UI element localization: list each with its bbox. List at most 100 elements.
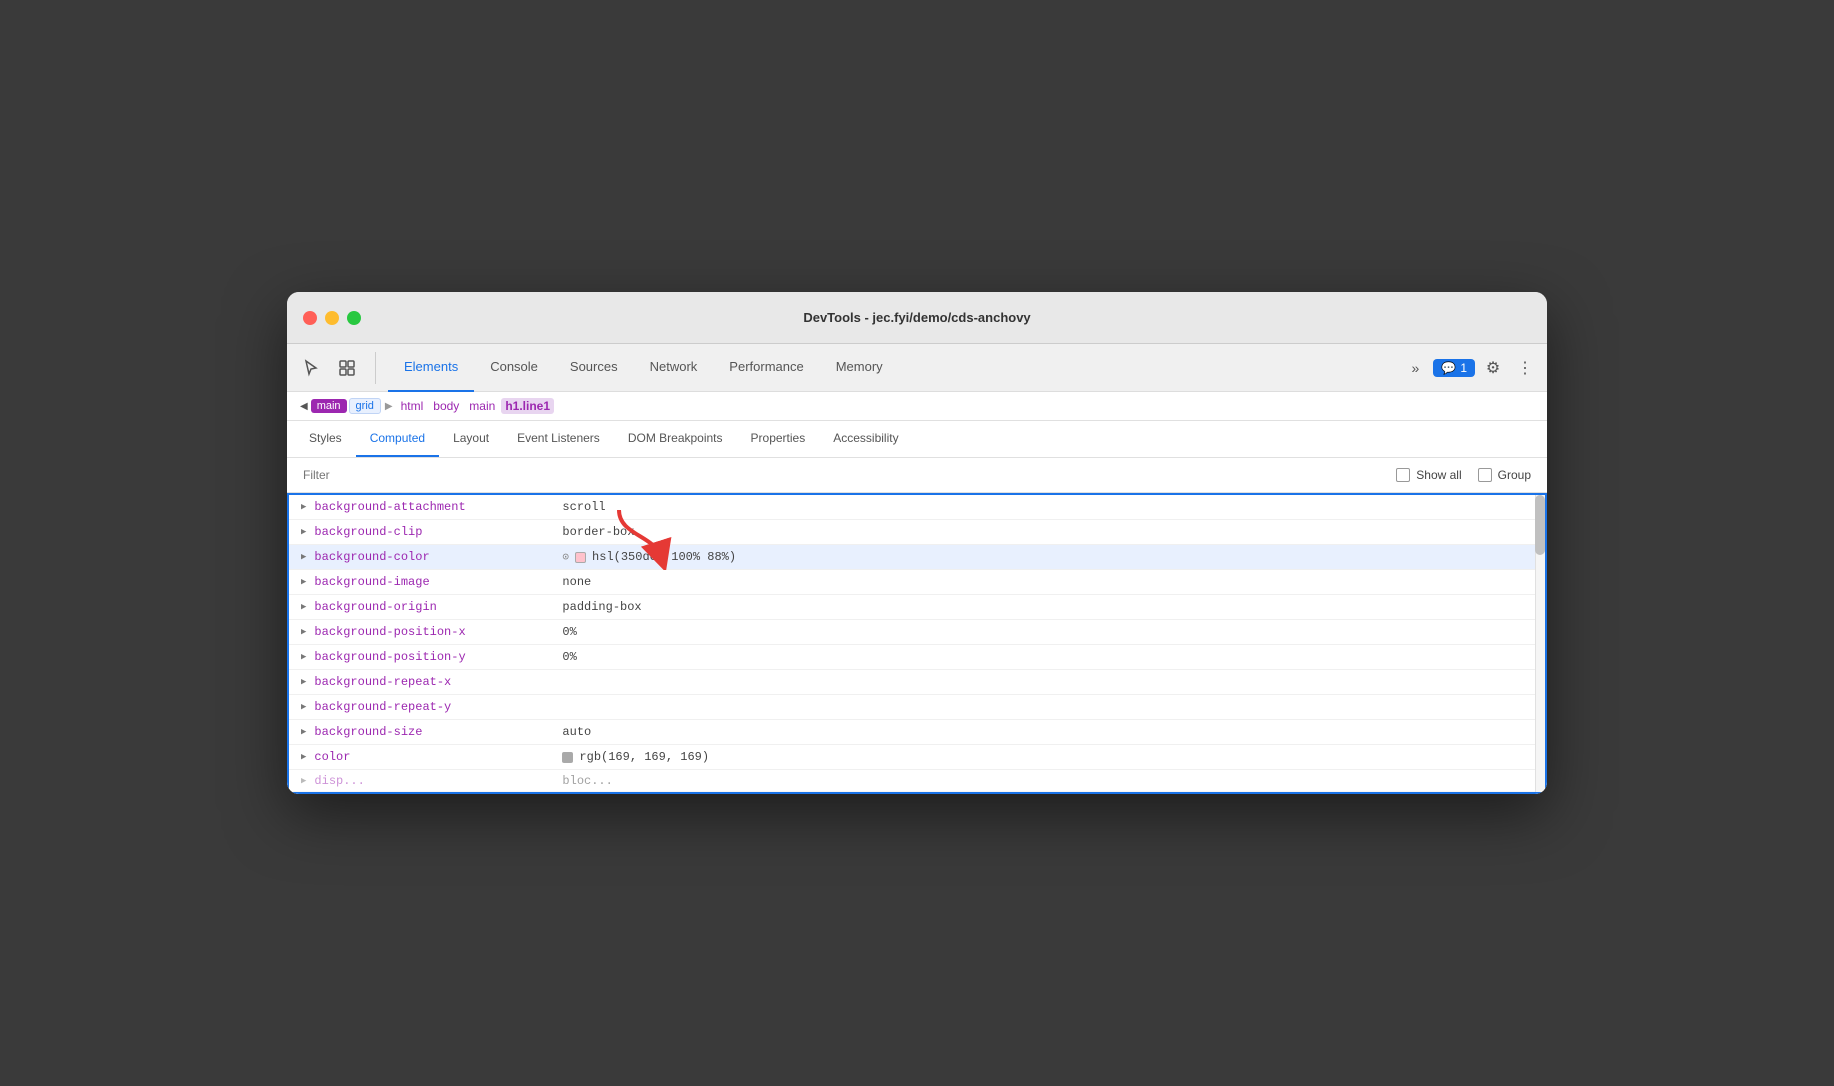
chat-count: 1: [1460, 361, 1467, 375]
expand-icon[interactable]: ▶: [301, 702, 306, 712]
show-all-checkbox-box[interactable]: [1396, 468, 1410, 482]
prop-name: color: [314, 750, 554, 764]
scrollbar-thumb[interactable]: [1535, 495, 1545, 555]
cursor-icon[interactable]: [295, 352, 327, 384]
computed-properties-panel: ▶ background-attachment scroll ▶ backgro…: [287, 493, 1547, 794]
inspect-icon[interactable]: [331, 352, 363, 384]
group-label: Group: [1498, 468, 1531, 482]
chat-icon: 💬: [1441, 361, 1456, 375]
prop-row-background-attachment: ▶ background-attachment scroll: [289, 495, 1545, 520]
prop-value: auto: [562, 725, 591, 739]
minimize-button[interactable]: [325, 311, 339, 325]
chat-badge[interactable]: 💬 1: [1433, 359, 1475, 377]
color-swatch[interactable]: [575, 552, 586, 563]
filter-input[interactable]: [303, 468, 503, 482]
expand-icon[interactable]: ▶: [301, 602, 306, 612]
prop-value: padding-box: [562, 600, 641, 614]
prop-row-background-color: ▶ background-color ⊙ hsl(350deg 100% 88%…: [289, 545, 1545, 570]
tab-performance[interactable]: Performance: [713, 344, 819, 392]
expand-icon[interactable]: ▶: [301, 502, 306, 512]
prop-row-background-image: ▶ background-image none: [289, 570, 1545, 595]
expand-icon[interactable]: ▶: [301, 677, 306, 687]
prop-row-display: ▶ disp... bloc...: [289, 770, 1545, 792]
prop-value: bloc...: [562, 774, 612, 788]
style-tab-dom-breakpoints[interactable]: DOM Breakpoints: [614, 421, 737, 457]
prop-value: rgb(169, 169, 169): [562, 750, 709, 764]
prop-value: scroll: [562, 500, 605, 514]
prop-value: 0%: [562, 625, 576, 639]
prop-name: background-clip: [314, 525, 554, 539]
prop-row-background-repeat-y: ▶ background-repeat-y: [289, 695, 1545, 720]
show-all-checkbox[interactable]: Show all: [1396, 468, 1461, 482]
tab-network[interactable]: Network: [634, 344, 714, 392]
prop-value: none: [562, 575, 591, 589]
prop-name: background-size: [314, 725, 554, 739]
expand-icon[interactable]: ▶: [301, 776, 306, 786]
filter-options: Show all Group: [1396, 468, 1531, 482]
filter-bar: Show all Group: [287, 458, 1547, 493]
titlebar: DevTools - jec.fyi/demo/cds-anchovy: [287, 292, 1547, 344]
tabbar-right: » 💬 1 ⚙ ⋮: [1401, 354, 1539, 382]
breadcrumb-bar: ◀ main grid ▶ html body main h1.line1: [287, 392, 1547, 421]
breadcrumb-back-icon[interactable]: ◀: [300, 401, 308, 412]
expand-icon[interactable]: ▶: [301, 752, 306, 762]
prop-value: ⊙ hsl(350deg 100% 88%): [562, 550, 736, 564]
prop-name: background-position-y: [314, 650, 554, 664]
prop-name: background-repeat-y: [314, 700, 554, 714]
prop-name: background-position-x: [314, 625, 554, 639]
prop-name: background-color: [314, 550, 554, 564]
traffic-lights: [303, 311, 361, 325]
breadcrumb-badge: grid: [349, 398, 381, 414]
scrollbar-track: [1535, 495, 1545, 792]
expand-icon[interactable]: ▶: [301, 727, 306, 737]
prop-row-background-position-x: ▶ background-position-x 0%: [289, 620, 1545, 645]
expand-icon[interactable]: ▶: [301, 577, 306, 587]
style-tab-accessibility[interactable]: Accessibility: [819, 421, 912, 457]
prop-name: disp...: [314, 774, 554, 788]
main-tabbar: Elements Console Sources Network Perform…: [287, 344, 1547, 392]
breadcrumb-tag: main: [311, 399, 347, 413]
maximize-button[interactable]: [347, 311, 361, 325]
expand-icon[interactable]: ▶: [301, 552, 306, 562]
settings-button[interactable]: ⚙: [1479, 354, 1507, 382]
prop-value: border-box: [562, 525, 634, 539]
prop-name: background-repeat-x: [314, 675, 554, 689]
style-tabs: Styles Computed Layout Event Listeners D…: [287, 421, 1547, 458]
group-checkbox-box[interactable]: [1478, 468, 1492, 482]
prop-row-color: ▶ color rgb(169, 169, 169): [289, 745, 1545, 770]
close-button[interactable]: [303, 311, 317, 325]
prop-row-background-repeat-x: ▶ background-repeat-x: [289, 670, 1545, 695]
style-tab-computed[interactable]: Computed: [356, 421, 439, 457]
expand-icon[interactable]: ▶: [301, 527, 306, 537]
prop-row-background-origin: ▶ background-origin padding-box: [289, 595, 1545, 620]
color-swatch[interactable]: [562, 752, 573, 763]
expand-icon[interactable]: ▶: [301, 652, 306, 662]
style-tab-event-listeners[interactable]: Event Listeners: [503, 421, 614, 457]
devtools-window: DevTools - jec.fyi/demo/cds-anchovy Elem…: [287, 292, 1547, 794]
inherited-icon: ⊙: [562, 550, 569, 564]
style-tab-styles[interactable]: Styles: [295, 421, 356, 457]
prop-row-background-clip: ▶ background-clip border-box: [289, 520, 1545, 545]
show-all-label: Show all: [1416, 468, 1461, 482]
breadcrumb-main[interactable]: main: [465, 398, 499, 414]
prop-name: background-attachment: [314, 500, 554, 514]
tab-sources[interactable]: Sources: [554, 344, 634, 392]
more-options-button[interactable]: ⋮: [1511, 354, 1539, 382]
prop-name: background-origin: [314, 600, 554, 614]
tab-console[interactable]: Console: [474, 344, 554, 392]
style-tab-properties[interactable]: Properties: [737, 421, 820, 457]
breadcrumb-selected[interactable]: h1.line1: [501, 398, 554, 414]
prop-row-background-position-y: ▶ background-position-y 0%: [289, 645, 1545, 670]
breadcrumb-html[interactable]: html: [397, 398, 428, 414]
expand-icon[interactable]: ▶: [301, 627, 306, 637]
prop-name: background-image: [314, 575, 554, 589]
tab-memory[interactable]: Memory: [820, 344, 899, 392]
style-tab-layout[interactable]: Layout: [439, 421, 503, 457]
breadcrumb-body[interactable]: body: [429, 398, 463, 414]
group-checkbox[interactable]: Group: [1478, 468, 1531, 482]
prop-row-background-size: ▶ background-size auto: [289, 720, 1545, 745]
more-tabs-button[interactable]: »: [1401, 354, 1429, 382]
prop-value: 0%: [562, 650, 576, 664]
window-title: DevTools - jec.fyi/demo/cds-anchovy: [803, 310, 1030, 325]
tab-elements[interactable]: Elements: [388, 344, 474, 392]
